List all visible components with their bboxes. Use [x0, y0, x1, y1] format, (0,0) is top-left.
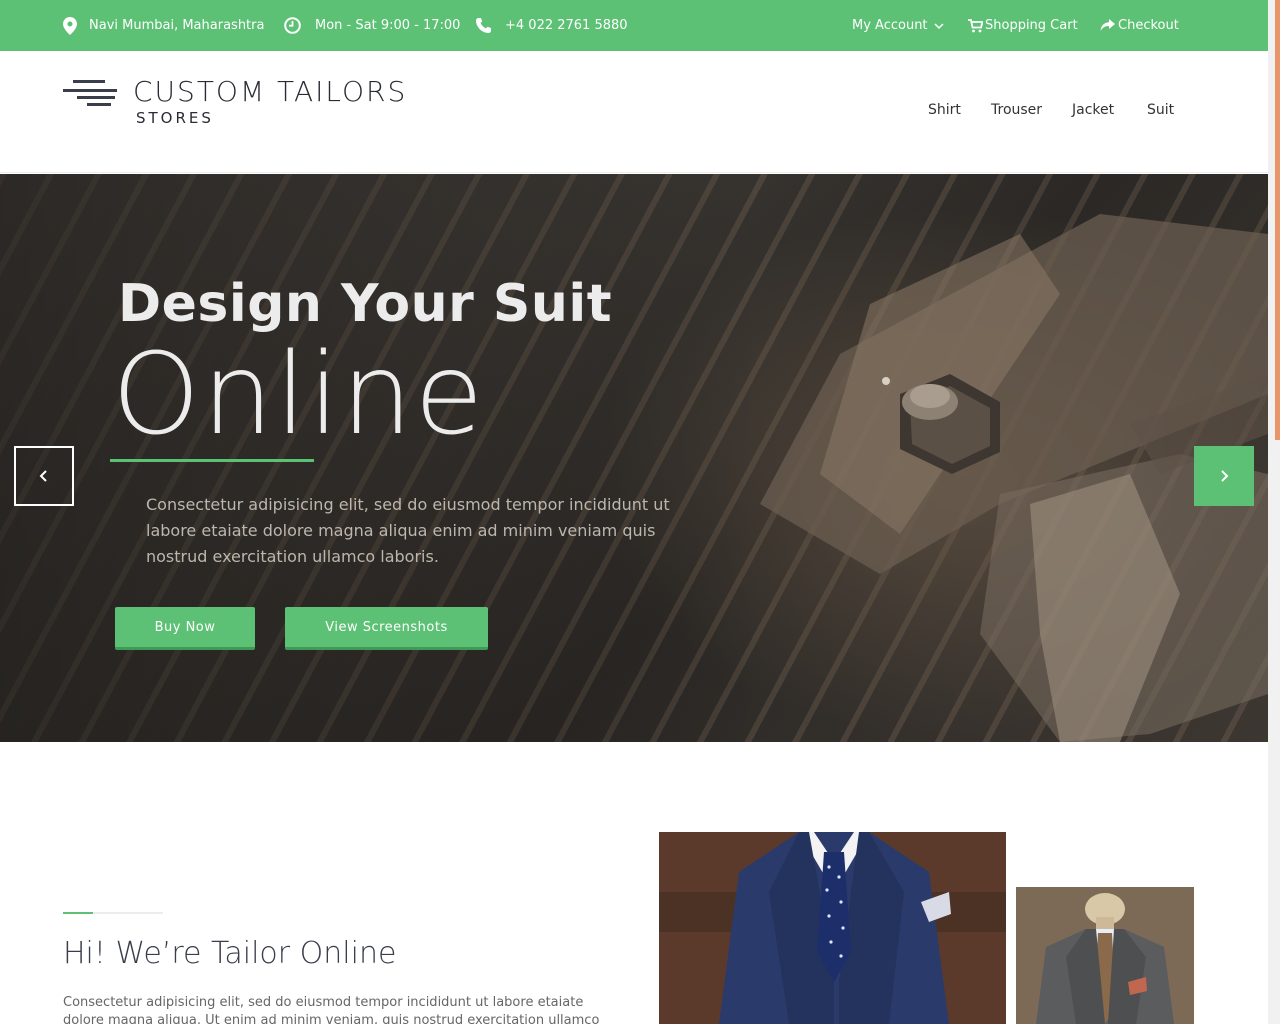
- location-text: Navi Mumbai, Maharashtra: [89, 18, 265, 33]
- hero-title: Design Your Suit: [118, 274, 613, 334]
- about-text: Consectetur adipisicing elit, sed do eiu…: [63, 995, 600, 1024]
- suit-photo-small: [1016, 887, 1194, 1024]
- about-title: Hi! We’re Tailor Online: [63, 936, 397, 971]
- slider-next-button[interactable]: [1194, 446, 1254, 506]
- chevron-left-icon: [39, 470, 47, 482]
- share-arrow-icon: [1100, 19, 1115, 31]
- my-account-label: My Account: [852, 18, 928, 33]
- phone-icon: [476, 18, 491, 33]
- man-in-suit-image: [659, 832, 1006, 1024]
- suit-photo-large: [659, 832, 1006, 1024]
- hero-description: Consectetur adipisicing elit, sed do eiu…: [146, 495, 670, 566]
- site-header: CUSTOM TAILORS STORES Shirt Trouser Jack…: [0, 51, 1268, 173]
- location-info: Navi Mumbai, Maharashtra: [63, 0, 264, 51]
- slider-prev-button[interactable]: [14, 446, 74, 506]
- section-accent-line: [63, 912, 93, 914]
- logo-icon[interactable]: [63, 80, 117, 108]
- phone-info: +4 022 2761 5880: [475, 0, 628, 51]
- checkout-link[interactable]: Checkout: [1100, 0, 1179, 51]
- chevron-right-icon: [1221, 470, 1229, 482]
- nav-item-shirt[interactable]: Shirt: [928, 102, 961, 118]
- clock-icon: [284, 17, 301, 34]
- phone-text: +4 022 2761 5880: [505, 18, 628, 33]
- my-account-dropdown[interactable]: My Account: [852, 0, 944, 51]
- scrollbar-thumb[interactable]: [1275, 0, 1280, 440]
- hero-big-text: Online: [112, 330, 486, 460]
- shopping-cart-link[interactable]: Shopping Cart: [968, 0, 1078, 51]
- hero-slider: Design Your Suit Online Consectetur adip…: [0, 174, 1268, 742]
- shopping-cart-label: Shopping Cart: [985, 18, 1078, 33]
- checkout-label: Checkout: [1118, 18, 1179, 33]
- view-screenshots-button[interactable]: View Screenshots: [285, 607, 488, 650]
- nav-item-trouser[interactable]: Trouser: [991, 102, 1042, 118]
- chevron-down-icon: [934, 22, 944, 29]
- logo-title[interactable]: CUSTOM TAILORS: [133, 75, 407, 108]
- hero-underline: [110, 459, 314, 462]
- nav-item-jacket[interactable]: Jacket: [1072, 102, 1114, 118]
- logo-subtitle: STORES: [136, 109, 214, 127]
- cart-icon: [968, 18, 983, 32]
- nav-item-suit[interactable]: Suit: [1147, 102, 1174, 118]
- section-divider: [93, 912, 163, 914]
- hours-text: Mon - Sat 9:00 - 17:00: [315, 18, 461, 33]
- hours-info: Mon - Sat 9:00 - 17:00: [284, 0, 460, 51]
- map-pin-icon: [63, 16, 77, 35]
- mannequin-suit-image: [1016, 887, 1194, 1024]
- top-bar: Navi Mumbai, Maharashtra Mon - Sat 9:00 …: [0, 0, 1268, 51]
- buy-now-button[interactable]: Buy Now: [115, 607, 255, 650]
